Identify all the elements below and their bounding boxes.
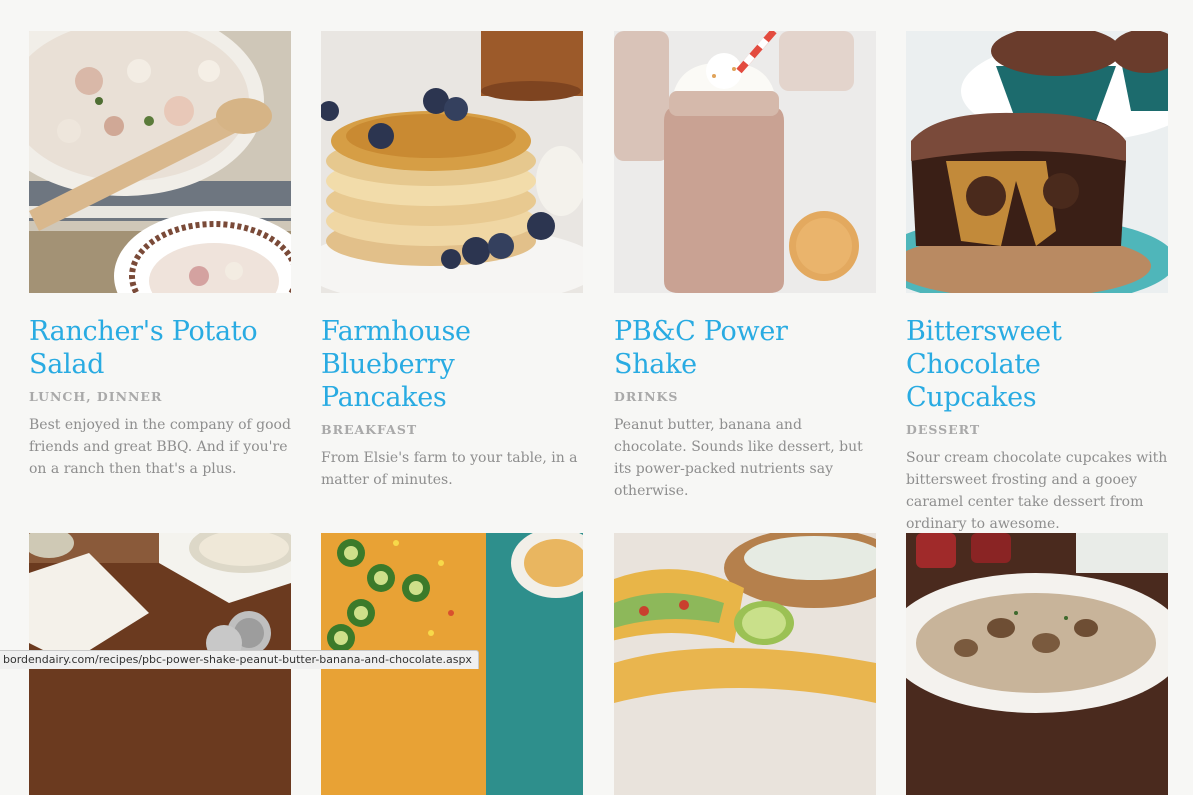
recipe-description: Best enjoyed in the company of good frie… [29,417,291,477]
browser-status-bar: bordendairy.com/recipes/pbc-power-shake-… [0,650,479,669]
recipe-title[interactable]: PB&C Power Shake [614,315,876,381]
recipe-card: PB&C Power Shake DRINKS Peanut butter, b… [614,31,876,502]
cupcakes-photo[interactable] [906,31,1168,293]
recipe-category: DESSERT [906,422,981,437]
recipe-title[interactable]: Rancher's Potato Salad [29,315,291,381]
recipe-title[interactable]: Bittersweet Chocolate Cupcakes [906,315,1168,414]
recipe-category: LUNCH, DINNER [29,389,163,404]
tacos-photo[interactable] [614,533,876,795]
pancakes-photo[interactable] [321,31,583,293]
recipe-category: DRINKS [614,389,679,404]
shake-photo[interactable] [614,31,876,293]
recipe-card: Farmhouse Blueberry Pancakes BREAKFAST F… [321,31,583,491]
stroganoff-photo[interactable] [906,533,1168,795]
recipe-title[interactable]: Farmhouse Blueberry Pancakes [321,315,583,414]
recipe-card: Bittersweet Chocolate Cupcakes DESSERT S… [906,31,1168,535]
recipe-card [614,533,876,795]
recipe-description: Sour cream chocolate cupcakes with bitte… [906,450,1168,532]
recipe-category: BREAKFAST [321,422,418,437]
recipe-card [906,533,1168,795]
potato-salad-photo[interactable] [29,31,291,293]
recipe-description: From Elsie's farm to your table, in a ma… [321,450,578,488]
recipe-card: Rancher's Potato Salad LUNCH, DINNER Bes… [29,31,291,480]
recipe-description: Peanut butter, banana and chocolate. Sou… [614,417,863,499]
